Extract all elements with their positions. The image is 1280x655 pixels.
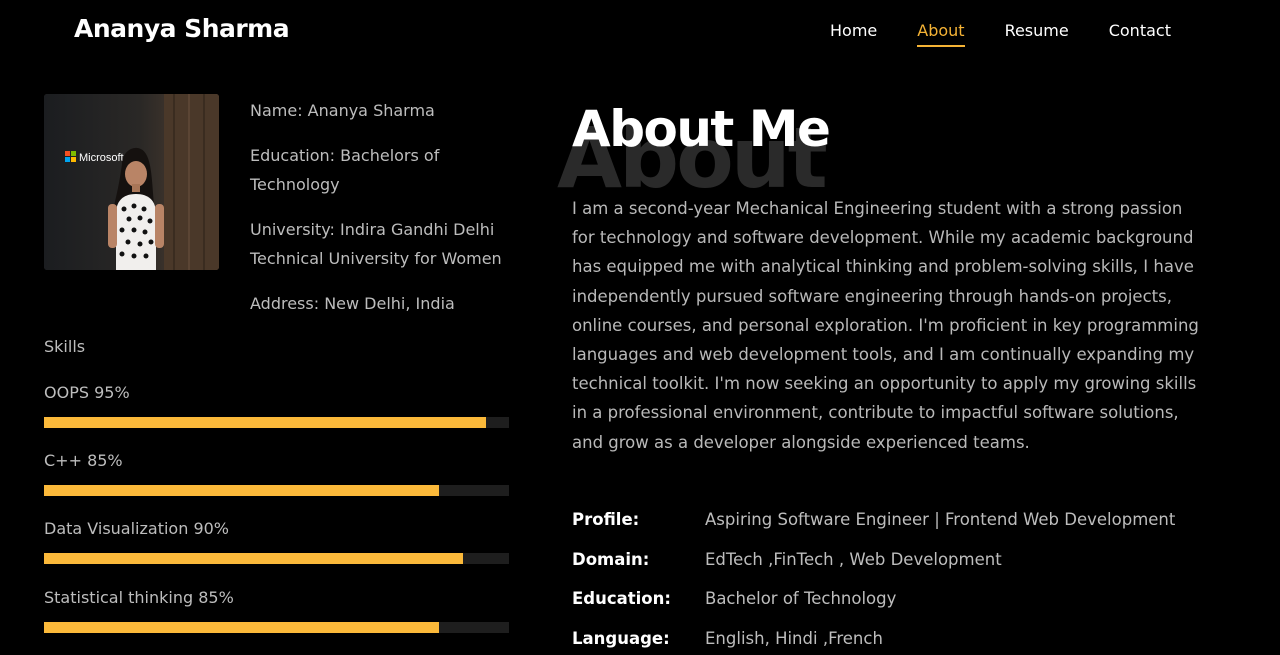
nav-resume[interactable]: Resume [1005, 20, 1069, 47]
nav-about[interactable]: About [917, 20, 965, 47]
skill-label: C++ 85% [44, 451, 123, 470]
skill-bar-track [44, 553, 509, 564]
fact-value: EdTech ,FinTech , Web Development [705, 549, 1002, 569]
skill-bar-track [44, 622, 509, 633]
profile-photo: Microsoft [44, 94, 219, 270]
fact-row: Profile: Aspiring Software Engineer | Fr… [572, 500, 1175, 540]
personal-info: Name: Ananya Sharma Education: Bachelors… [250, 96, 515, 334]
fact-value: Aspiring Software Engineer | Frontend We… [705, 510, 1176, 530]
info-address: Address: New Delhi, India [250, 294, 455, 313]
fact-value: English, Hindi ,French [705, 628, 883, 648]
nav-home[interactable]: Home [830, 20, 877, 47]
skill-bar-fill [44, 553, 463, 564]
fact-row: Domain: EdTech ,FinTech , Web Developmen… [572, 540, 1175, 580]
site-brand[interactable]: Ananya Sharma [74, 14, 290, 43]
fact-value: Bachelor of Technology [705, 589, 897, 609]
fact-row: Language: English, Hindi ,French [572, 619, 1175, 655]
microsoft-logo-text: Microsoft [79, 152, 124, 164]
skill-cpp: C++ 85% [44, 450, 509, 496]
skill-bar-fill [44, 417, 486, 428]
skills-title: Skills [44, 337, 86, 356]
skill-bar-fill [44, 622, 440, 633]
skill-label: OOPS 95% [44, 383, 130, 402]
info-university: University: Indira Gandhi Delhi Technica… [250, 220, 502, 268]
profile-facts: Profile: Aspiring Software Engineer | Fr… [572, 500, 1175, 655]
skill-bar-fill [44, 485, 440, 496]
main-nav: Home About Resume Contact [830, 20, 1211, 47]
skill-statistical-thinking: Statistical thinking 85% [44, 587, 509, 633]
nav-contact[interactable]: Contact [1109, 20, 1171, 47]
fact-key: Profile: [572, 510, 640, 530]
skill-label: Data Visualization 90% [44, 519, 229, 538]
fact-row: Education: Bachelor of Technology [572, 579, 1175, 619]
skill-data-visualization: Data Visualization 90% [44, 518, 509, 564]
info-education: Education: Bachelors of Technology [250, 146, 440, 194]
skill-label: Statistical thinking 85% [44, 588, 234, 607]
fact-key: Language: [572, 628, 670, 648]
fact-key: Education: [572, 589, 671, 609]
skill-bar-track [44, 417, 509, 428]
about-bio: I am a second-year Mechanical Engineerin… [572, 199, 1199, 452]
skill-bar-track [44, 485, 509, 496]
info-name: Name: Ananya Sharma [250, 101, 435, 120]
fact-key: Domain: [572, 549, 650, 569]
about-title: About Me [572, 100, 831, 158]
skill-oops: OOPS 95% [44, 382, 509, 428]
